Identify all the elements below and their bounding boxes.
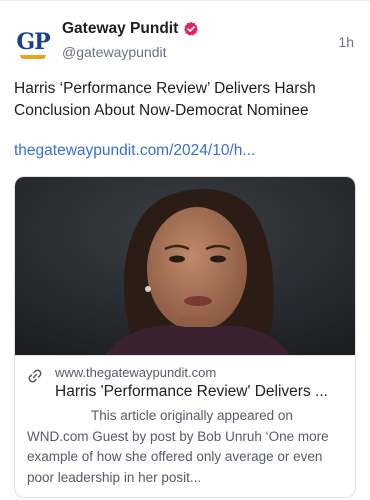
post-timestamp[interactable]: 1h — [338, 34, 354, 50]
avatar-swoosh — [20, 55, 46, 59]
article-thumbnail-image — [15, 177, 355, 355]
author-row: Gateway Pundit — [62, 20, 199, 38]
link-icon — [28, 369, 42, 383]
post-link[interactable]: thegatewaypundit.com/2024/10/h... — [14, 142, 255, 160]
card-domain: www.thegatewaypundit.com — [55, 365, 217, 380]
card-title[interactable]: Harris 'Performance Review' Delivers ... — [55, 383, 345, 401]
card-description: This article originally appeared on WND.… — [27, 408, 329, 485]
author-handle[interactable]: @gatewaypundit — [62, 44, 167, 60]
author-name[interactable]: Gateway Pundit — [62, 20, 178, 38]
post[interactable]: GP Gateway Pundit @gatewaypundit 1h Harr… — [0, 0, 370, 500]
verified-badge-icon — [184, 21, 199, 36]
link-preview-card[interactable]: www.thegatewaypundit.com Harris 'Perform… — [14, 176, 356, 498]
avatar-logo-text: GP — [16, 29, 50, 55]
card-body: www.thegatewaypundit.com Harris 'Perform… — [15, 355, 355, 497]
avatar[interactable]: GP — [14, 26, 52, 64]
post-text: Harris ‘Performance Review’ Delivers Har… — [14, 80, 316, 119]
